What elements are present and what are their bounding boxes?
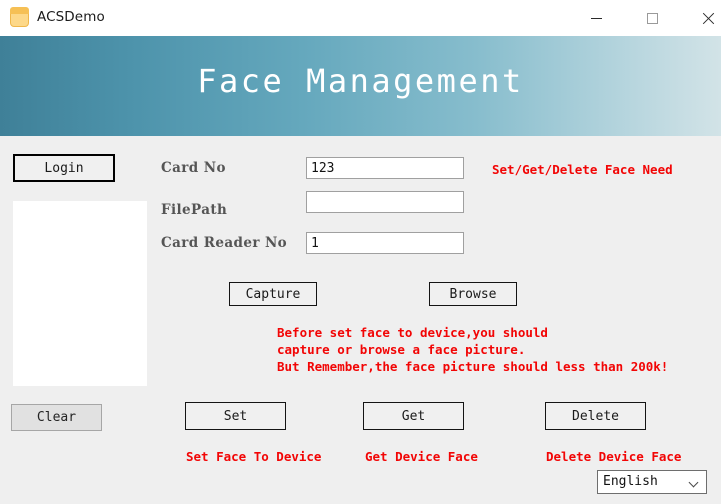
maximize-icon xyxy=(647,13,658,24)
get-hint: Get Device Face xyxy=(365,449,478,464)
capture-button[interactable]: Capture xyxy=(229,282,317,306)
folder-icon xyxy=(10,7,29,27)
label-file-path: FilePath xyxy=(161,202,227,218)
browse-button[interactable]: Browse xyxy=(429,282,517,306)
capture-instructions: Before set face to device,you should cap… xyxy=(277,324,668,375)
window-title: ACSDemo xyxy=(37,9,105,25)
clear-button[interactable]: Clear xyxy=(11,404,102,431)
delete-hint: Delete Device Face xyxy=(546,449,681,464)
get-button[interactable]: Get xyxy=(363,402,464,430)
card-no-hint: Set/Get/Delete Face Need xyxy=(492,162,673,177)
card-reader-no-input[interactable] xyxy=(306,232,464,254)
header-banner: Face Management xyxy=(0,36,721,136)
minimize-button[interactable] xyxy=(573,0,619,36)
title-bar: ACSDemo xyxy=(0,0,721,36)
label-card-no: Card No xyxy=(161,160,226,176)
delete-button[interactable]: Delete xyxy=(545,402,646,430)
chevron-down-icon xyxy=(690,479,699,488)
minimize-icon xyxy=(591,18,602,19)
maximize-button[interactable] xyxy=(629,0,675,36)
close-button[interactable] xyxy=(685,0,721,36)
login-button[interactable]: Login xyxy=(13,154,115,182)
set-button[interactable]: Set xyxy=(185,402,286,430)
application-window: ACSDemo Face Management Login Clear Card… xyxy=(0,0,721,504)
card-no-input[interactable] xyxy=(306,157,464,179)
page-title: Face Management xyxy=(0,62,721,100)
close-icon xyxy=(702,12,715,25)
file-path-input[interactable] xyxy=(306,191,464,213)
set-hint: Set Face To Device xyxy=(186,449,321,464)
language-select[interactable]: English xyxy=(597,470,707,494)
language-select-value: English xyxy=(603,474,658,489)
face-preview-panel[interactable] xyxy=(13,201,147,386)
label-card-reader-no: Card Reader No xyxy=(161,235,287,251)
